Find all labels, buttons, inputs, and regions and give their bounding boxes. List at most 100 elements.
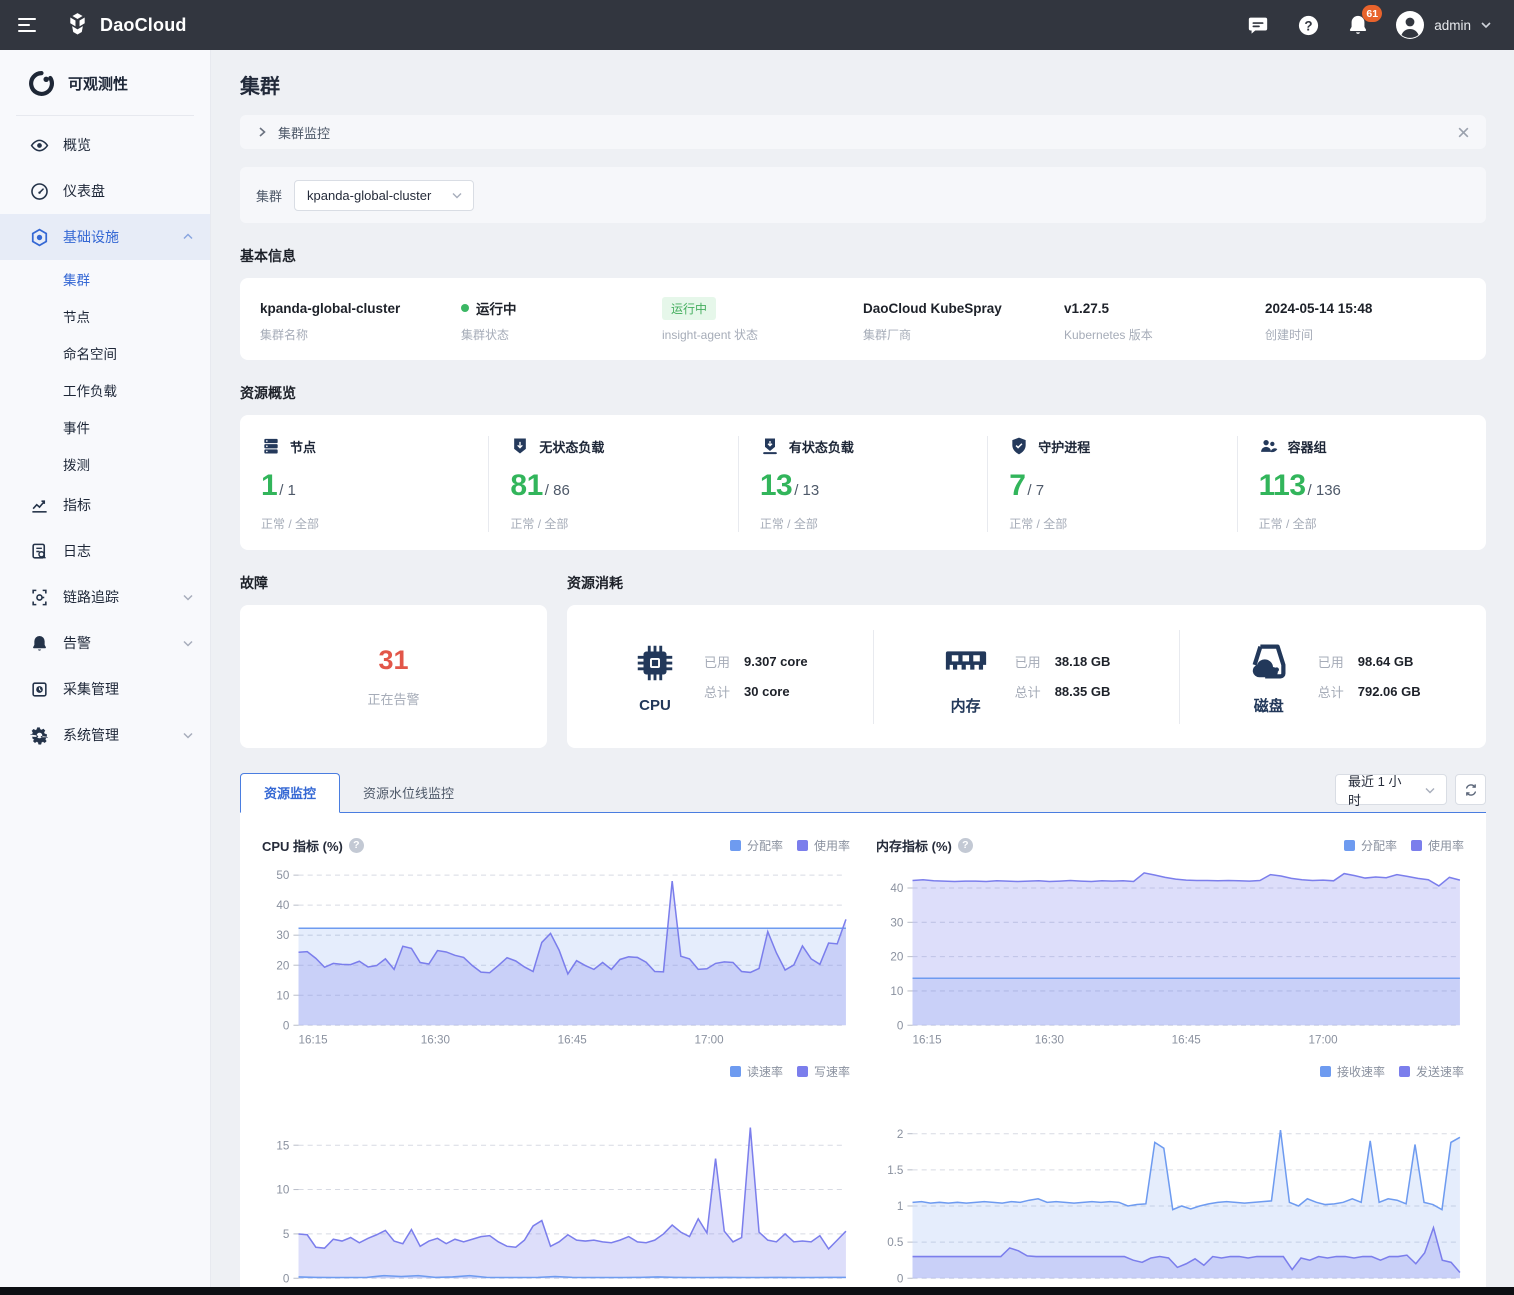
cpu-label: CPU xyxy=(639,697,671,714)
fault-heading: 故障 xyxy=(240,573,547,593)
sidebar-item-label: 概览 xyxy=(63,135,91,155)
sidebar-item-collection[interactable]: 采集管理 xyxy=(0,666,210,712)
menu-toggle-icon[interactable] xyxy=(18,18,38,32)
username: admin xyxy=(1434,18,1471,33)
sidebar-item-dashboard[interactable]: 仪表盘 xyxy=(0,168,210,214)
sidebar-item-label: 基础设施 xyxy=(63,227,119,247)
pods-group-icon xyxy=(1259,436,1279,456)
help-icon[interactable]: ? xyxy=(349,838,364,853)
svg-text:30: 30 xyxy=(276,929,289,942)
svg-text:0: 0 xyxy=(897,1272,904,1285)
svg-text:17:00: 17:00 xyxy=(1309,1033,1339,1046)
info-col-created: 2024-05-14 15:48 创建时间 xyxy=(1265,297,1466,343)
svg-text:0.5: 0.5 xyxy=(887,1236,903,1249)
sidebar-subitem-probes[interactable]: 拨测 xyxy=(0,445,210,482)
cpu-total-value: 30 core xyxy=(744,684,790,699)
svg-text:16:30: 16:30 xyxy=(1035,1033,1065,1046)
basic-info-heading: 基本信息 xyxy=(240,246,1486,266)
help-icon[interactable]: ? xyxy=(958,838,973,853)
sidebar-item-label: 告警 xyxy=(63,633,91,653)
sidebar-item-alerts[interactable]: 告警 xyxy=(0,620,210,666)
sidebar-item-infrastructure[interactable]: 基础设施 xyxy=(0,214,210,260)
notifications-button[interactable]: 61 xyxy=(1345,12,1371,38)
chart-network: 接收速率 发送速率 00.511.5216:1516:3016:4517:00 xyxy=(876,1058,1464,1287)
consumption-cpu: CPU 已用9.307 core 总计30 core xyxy=(567,630,874,724)
panel-title: 集群监控 xyxy=(278,123,330,142)
tab-waterline-monitor[interactable]: 资源水位线监控 xyxy=(340,774,477,812)
sidebar-subitem-namespaces[interactable]: 命名空间 xyxy=(0,334,210,371)
legend-label: 使用率 xyxy=(1428,837,1464,854)
avatar-icon xyxy=(1395,10,1425,40)
chevron-down-icon xyxy=(182,591,194,603)
sidebar-subitem-clusters[interactable]: 集群 xyxy=(0,260,210,297)
chart-memory-metrics: 内存指标 (%) ? 分配率 使用率 01020304016:1516:3016… xyxy=(876,831,1464,1052)
close-icon[interactable] xyxy=(1457,126,1470,139)
legend-label: 读速率 xyxy=(747,1063,783,1080)
svg-text:5: 5 xyxy=(283,1228,289,1241)
divider xyxy=(16,115,194,116)
brand-logo[interactable]: DaoCloud xyxy=(64,12,187,39)
sidebar-item-system[interactable]: 系统管理 xyxy=(0,712,210,758)
svg-text:2: 2 xyxy=(897,1127,903,1140)
cluster-monitor-panel-bar: 集群监控 xyxy=(240,115,1486,149)
cpu-chip-icon xyxy=(632,640,678,691)
stat-nodes: 节点 1/ 1 正常 / 全部 xyxy=(240,436,489,532)
cluster-select-value: kpanda-global-cluster xyxy=(307,188,431,203)
agent-status-label: insight-agent 状态 xyxy=(662,326,863,343)
disk-total-value: 792.06 GB xyxy=(1358,684,1421,699)
time-range-select[interactable]: 最近 1 小时 xyxy=(1335,774,1447,805)
svg-text:16:30: 16:30 xyxy=(421,1033,451,1046)
cpu-used-value: 9.307 core xyxy=(744,654,808,669)
sidebar: 可观测性 概览 仪表盘 基础设施 集群 节点 命名空间 工作负载 事件 拨测 指… xyxy=(0,50,211,1287)
chevron-down-icon xyxy=(182,637,194,649)
user-menu[interactable]: admin xyxy=(1395,10,1492,40)
sidebar-item-metrics[interactable]: 指标 xyxy=(0,482,210,528)
memory-label: 内存 xyxy=(951,695,981,716)
cluster-select[interactable]: kpanda-global-cluster xyxy=(294,180,474,211)
question-circle-icon: ? xyxy=(1297,14,1320,37)
chart-legend: 接收速率 发送速率 xyxy=(1320,1063,1464,1080)
legend-swatch xyxy=(1320,1066,1331,1077)
stat-value: 1 xyxy=(261,469,277,503)
legend-swatch xyxy=(1344,840,1355,851)
refresh-button[interactable] xyxy=(1455,774,1486,805)
svg-text:30: 30 xyxy=(890,916,903,929)
chevron-down-icon xyxy=(1424,784,1436,796)
sidebar-subitem-label: 集群 xyxy=(63,269,90,289)
svg-text:40: 40 xyxy=(276,899,289,912)
legend-swatch xyxy=(1399,1066,1410,1077)
sidebar-item-logs[interactable]: 日志 xyxy=(0,528,210,574)
memory-ram-icon xyxy=(943,638,989,689)
tab-resource-monitor[interactable]: 资源监控 xyxy=(240,773,340,813)
chevron-right-icon[interactable] xyxy=(256,126,268,138)
feedback-button[interactable] xyxy=(1245,12,1271,38)
chart-title: 内存指标 (%) xyxy=(876,836,952,855)
legend-swatch xyxy=(797,840,808,851)
consumption-memory: 内存 已用38.18 GB 总计88.35 GB xyxy=(874,630,1181,724)
sidebar-subitem-nodes[interactable]: 节点 xyxy=(0,297,210,334)
sidebar-subitem-events[interactable]: 事件 xyxy=(0,408,210,445)
sidebar-subitem-workloads[interactable]: 工作负载 xyxy=(0,371,210,408)
total-label: 总计 xyxy=(704,682,730,701)
legend-swatch xyxy=(730,840,741,851)
stat-total: / 86 xyxy=(545,482,570,499)
brand-name: DaoCloud xyxy=(100,15,187,36)
stat-total: / 7 xyxy=(1027,482,1044,499)
monitor-tabs: 资源监控 资源水位线监控 最近 1 小时 xyxy=(240,773,1486,813)
cluster-name-value: kpanda-global-cluster xyxy=(260,297,461,319)
help-button[interactable]: ? xyxy=(1295,12,1321,38)
disk-io-area-chart: 05101516:1516:3016:4517:00 xyxy=(262,1112,850,1287)
eye-icon xyxy=(30,136,49,155)
stat-label: 守护进程 xyxy=(1038,437,1090,456)
svg-text:10: 10 xyxy=(276,1183,289,1196)
legend-swatch xyxy=(797,1066,808,1077)
resource-overview-heading: 资源概览 xyxy=(240,383,1486,403)
sidebar-item-label: 系统管理 xyxy=(63,725,119,745)
time-range-value: 最近 1 小时 xyxy=(1348,771,1414,809)
stat-sub: 正常 / 全部 xyxy=(510,515,737,532)
agent-status-badge: 运行中 xyxy=(662,297,716,320)
charts-card: CPU 指标 (%) ? 分配率 使用率 0102030405016:1516:… xyxy=(240,813,1486,1287)
sidebar-item-tracing[interactable]: 链路追踪 xyxy=(0,574,210,620)
sidebar-item-overview[interactable]: 概览 xyxy=(0,122,210,168)
stat-value: 81 xyxy=(510,469,542,503)
